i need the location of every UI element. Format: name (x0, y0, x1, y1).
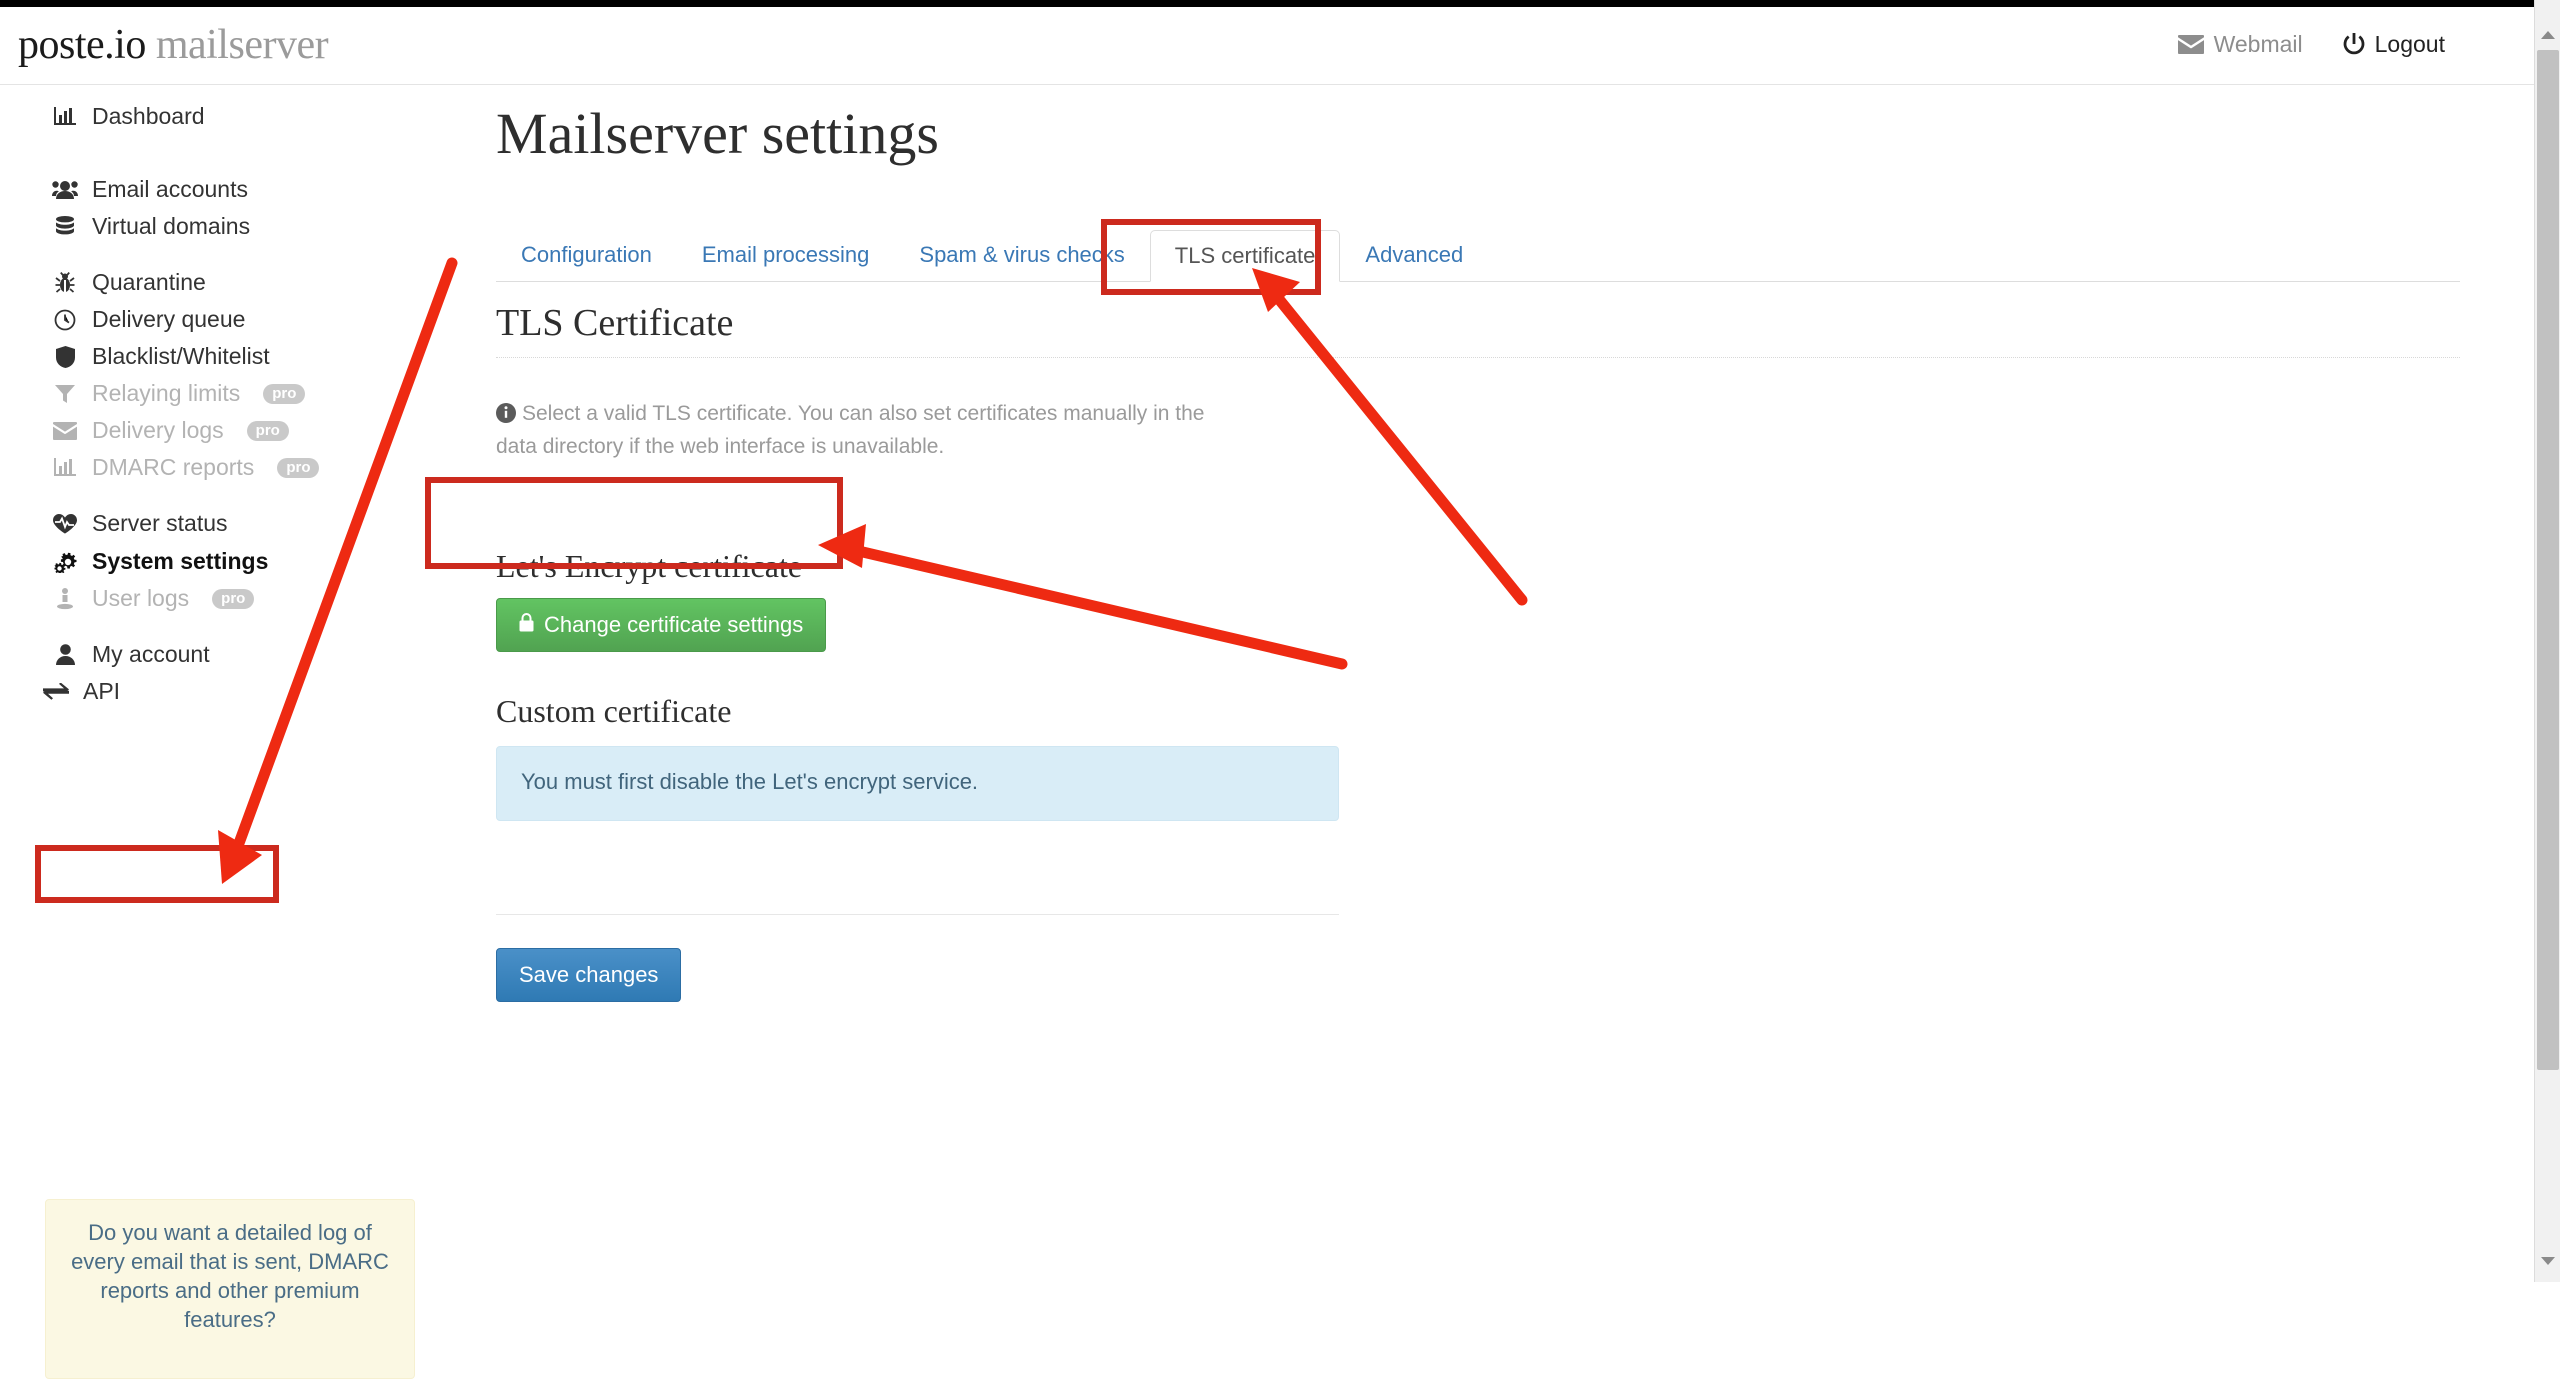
sidebar-item-label: DMARC reports (92, 454, 254, 481)
brand-primary: poste.io (18, 22, 146, 68)
bar-chart-icon (52, 107, 78, 127)
sidebar-item-relaying-limits[interactable]: Relaying limits pro (52, 380, 305, 407)
page-scrollbar[interactable] (2534, 0, 2560, 1282)
sidebar-item-quarantine[interactable]: Quarantine (52, 269, 206, 296)
bar-chart-icon (52, 458, 78, 478)
sidebar: Dashboard Email accounts Virtual domains… (0, 86, 460, 1282)
sidebar-item-label: Dashboard (92, 103, 205, 130)
scrollbar-down-arrow[interactable] (2535, 1248, 2560, 1274)
top-accent-bar (0, 0, 2545, 7)
sidebar-item-label: System settings (92, 548, 268, 575)
sidebar-item-email-accounts[interactable]: Email accounts (52, 176, 248, 203)
sidebar-item-label: Email accounts (92, 176, 248, 203)
sidebar-item-virtual-domains[interactable]: Virtual domains (52, 213, 250, 240)
sidebar-item-api[interactable]: API (43, 678, 120, 705)
promo-text: Do you want a detailed log of every emai… (71, 1220, 389, 1332)
change-certificate-label: Change certificate settings (544, 612, 803, 638)
pro-badge: pro (247, 421, 289, 441)
users-icon (52, 180, 78, 199)
settings-tabs: Configuration Email processing Spam & vi… (496, 226, 2460, 282)
tab-configuration[interactable]: Configuration (496, 229, 677, 281)
logout-link[interactable]: Logout (2343, 31, 2445, 58)
tab-tls-certificate[interactable]: TLS certificate (1150, 230, 1341, 282)
sidebar-item-dmarc-reports[interactable]: DMARC reports pro (52, 454, 319, 481)
tls-certificate-heading: TLS Certificate (496, 301, 2460, 358)
exchange-icon (43, 683, 69, 701)
shield-icon (52, 346, 78, 368)
brand-logo[interactable]: poste.io mailserver (18, 21, 328, 69)
sidebar-item-label: User logs (92, 585, 189, 612)
webmail-link[interactable]: Webmail (2178, 31, 2303, 58)
clock-icon (52, 309, 78, 331)
lets-encrypt-heading: Let's Encrypt certificate (496, 548, 802, 585)
pro-badge: pro (212, 589, 254, 609)
sidebar-item-label: Delivery queue (92, 306, 245, 333)
logout-label: Logout (2375, 31, 2445, 58)
sidebar-item-delivery-logs[interactable]: Delivery logs pro (52, 417, 289, 444)
app-header: poste.io mailserver Webmail Logout (0, 7, 2545, 85)
tab-spam-virus-checks[interactable]: Spam & virus checks (894, 229, 1149, 281)
sidebar-item-label: My account (92, 641, 210, 668)
tls-help-text: Select a valid TLS certificate. You can … (496, 399, 1236, 463)
database-icon (52, 216, 78, 238)
custom-certificate-heading: Custom certificate (496, 693, 731, 730)
scrollbar-up-arrow[interactable] (2535, 22, 2560, 48)
form-divider (496, 914, 1339, 915)
power-icon (2343, 33, 2365, 56)
pro-badge: pro (277, 458, 319, 478)
page-title: Mailserver settings (496, 100, 939, 167)
sidebar-item-user-logs[interactable]: User logs pro (52, 585, 254, 612)
header-actions: Webmail Logout (2178, 31, 2445, 58)
user-log-icon (52, 588, 78, 610)
change-certificate-settings-button[interactable]: Change certificate settings (496, 598, 826, 652)
custom-certificate-alert: You must first disable the Let's encrypt… (496, 746, 1339, 821)
sidebar-item-label: Relaying limits (92, 380, 240, 407)
filter-icon (52, 384, 78, 404)
pro-badge: pro (263, 384, 305, 404)
save-changes-label: Save changes (519, 962, 658, 987)
save-changes-button[interactable]: Save changes (496, 948, 681, 1002)
lock-icon (519, 612, 534, 638)
sidebar-item-server-status[interactable]: Server status (52, 510, 228, 537)
webmail-label: Webmail (2214, 31, 2303, 58)
gears-icon (52, 551, 78, 573)
chevron-up-icon (2541, 31, 2555, 39)
chevron-down-icon (2541, 1257, 2555, 1265)
sidebar-item-delivery-queue[interactable]: Delivery queue (52, 306, 245, 333)
heartbeat-icon (52, 514, 78, 534)
sidebar-item-dashboard[interactable]: Dashboard (52, 103, 205, 130)
envelope-icon (2178, 35, 2204, 55)
sidebar-item-label: Blacklist/Whitelist (92, 343, 270, 370)
sidebar-item-label: Server status (92, 510, 228, 537)
envelope-icon (52, 422, 78, 440)
tab-email-processing[interactable]: Email processing (677, 229, 895, 281)
sidebar-item-label: API (83, 678, 120, 705)
premium-promo-box[interactable]: Do you want a detailed log of every emai… (45, 1199, 415, 1379)
custom-certificate-alert-text: You must first disable the Let's encrypt… (521, 769, 978, 794)
sidebar-item-label: Delivery logs (92, 417, 224, 444)
scrollbar-thumb[interactable] (2537, 50, 2559, 1070)
tab-advanced[interactable]: Advanced (1340, 229, 1488, 281)
user-icon (52, 644, 78, 665)
sidebar-item-label: Virtual domains (92, 213, 250, 240)
arrow-to-change-certificate-button (818, 524, 1342, 664)
sidebar-item-my-account[interactable]: My account (52, 641, 210, 668)
brand-secondary: mailserver (156, 22, 328, 68)
sidebar-item-blacklist-whitelist[interactable]: Blacklist/Whitelist (52, 343, 270, 370)
sidebar-item-system-settings[interactable]: System settings (52, 548, 268, 575)
tls-help-label: Select a valid TLS certificate. You can … (496, 402, 1204, 458)
info-circle-icon (496, 402, 516, 432)
sidebar-item-label: Quarantine (92, 269, 206, 296)
bug-icon (52, 272, 78, 294)
